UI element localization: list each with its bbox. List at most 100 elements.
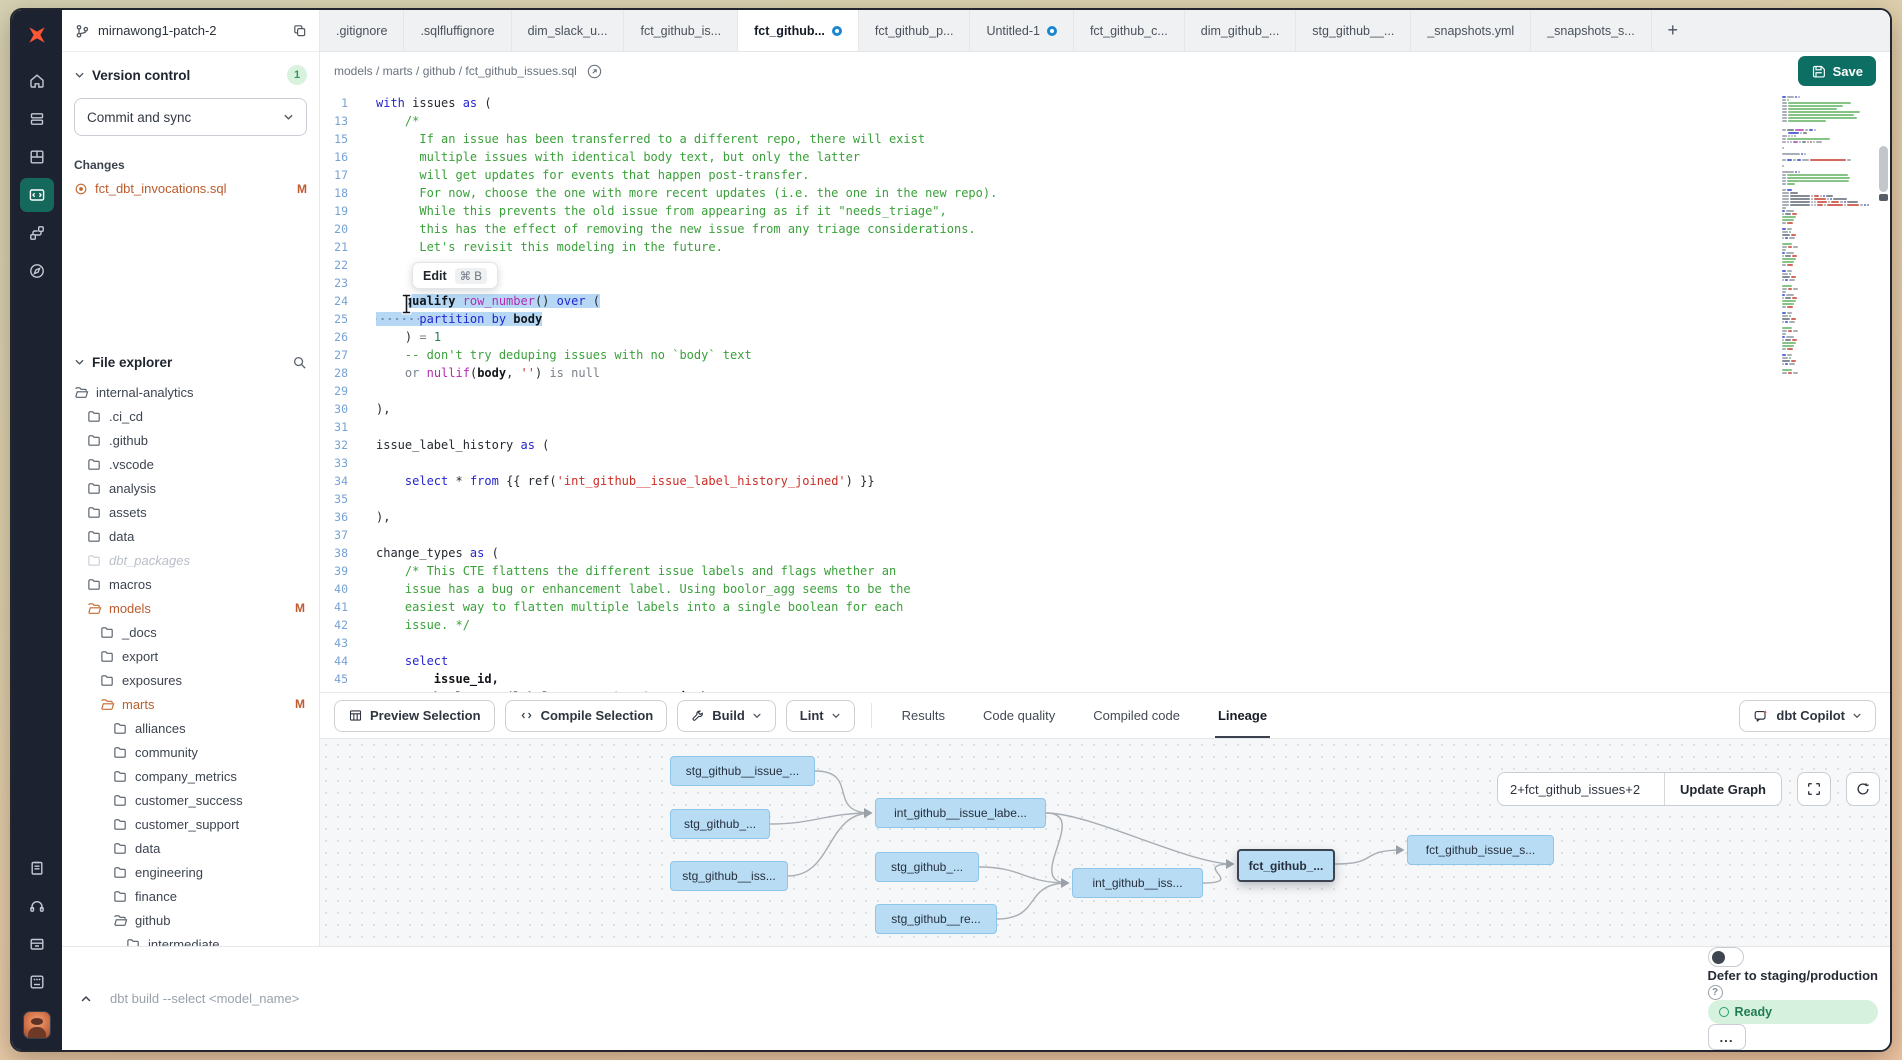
command-input[interactable] [108,990,1698,1007]
editor-scrollbar[interactable] [1878,90,1888,692]
tree-item-marts[interactable]: martsM [62,692,319,716]
open-in-explorer-icon[interactable] [586,63,603,80]
fullscreen-button[interactable] [1797,772,1831,806]
code-line[interactable]: 41 easiest way to flatten multiple label… [320,598,1890,616]
tree-item-data[interactable]: data [62,836,319,860]
code-line[interactable]: 17 will get updates for events that happ… [320,166,1890,184]
code-line[interactable]: 40 issue has a bug or enhancement label.… [320,580,1890,598]
code-line[interactable]: 28 or nullif(body, '') is null [320,364,1890,382]
lineage-node-stg-github-iss[interactable]: stg_github__iss... [670,861,788,891]
code-line[interactable]: 15 If an issue has been transferred to a… [320,130,1890,148]
compile-selection-button[interactable]: Compile Selection [505,700,668,732]
tree-item-analysis[interactable]: analysis [62,476,319,500]
tree-item-vscode[interactable]: .vscode [62,452,319,476]
stack-icon[interactable] [20,102,54,136]
tree-item-intermediate[interactable]: intermediate [62,932,319,946]
headset-icon[interactable] [20,889,54,923]
tree-item-finance[interactable]: finance [62,884,319,908]
help-icon[interactable]: ? [1708,985,1723,1000]
tab-fct-github[interactable]: fct_github... [738,10,859,51]
code-line[interactable]: 32issue_label_history as ( [320,436,1890,454]
tree-item-docs[interactable]: _docs [62,620,319,644]
defer-toggle[interactable] [1708,947,1744,967]
code-line[interactable]: 13 /* [320,112,1890,130]
tree-item-ci-cd[interactable]: .ci_cd [62,404,319,428]
code-line[interactable]: 46 boolor_agg(label_name = 'bug') as is_… [320,688,1890,692]
tab-snapshots-yml[interactable]: _snapshots.yml [1411,10,1531,51]
lineage-node-fct-github-issue-s[interactable]: fct_github_issue_s... [1407,835,1554,865]
code-line[interactable]: 26 ) = 1 [320,328,1890,346]
tab-fct-github-p[interactable]: fct_github_p... [859,10,971,51]
compass-icon[interactable] [20,254,54,288]
lineage-node-stg-github-re[interactable]: stg_github__re... [875,904,997,934]
lineage-node-stg-github[interactable]: stg_github_... [670,809,770,839]
code-line[interactable]: 23 [320,274,1890,292]
tab-fct-github-c[interactable]: fct_github_c... [1074,10,1185,51]
tree-item-customer-success[interactable]: customer_success [62,788,319,812]
code-line[interactable]: 21 Let's revisit this modeling in the fu… [320,238,1890,256]
tab-stg-github[interactable]: stg_github__... [1296,10,1411,51]
code-editor-icon[interactable] [20,178,54,212]
refresh-button[interactable] [1846,772,1880,806]
code-line[interactable]: 24 qualify row_number() over ( [320,292,1890,310]
code-line[interactable]: 37 [320,526,1890,544]
tree-item-internal-analytics[interactable]: internal-analytics [62,380,319,404]
code-line[interactable]: 1with issues as ( [320,94,1890,112]
commit-and-sync-button[interactable]: Commit and sync [74,98,307,136]
tab-compiled-code[interactable]: Compiled code [1090,693,1183,738]
minimap[interactable] [1782,96,1874,375]
dbt-copilot-button[interactable]: dbt Copilot [1739,700,1876,732]
code-line[interactable]: 36), [320,508,1890,526]
tab-code-quality[interactable]: Code quality [980,693,1058,738]
code-line[interactable]: 19 While this prevents the old issue fro… [320,202,1890,220]
tab-sqlfluffignore[interactable]: .sqlfluffignore [404,10,511,51]
update-graph-button[interactable]: Update Graph [1665,773,1781,805]
changed-file-row[interactable]: fct_dbt_invocations.sql M [62,177,319,200]
tab-snapshots-s[interactable]: _snapshots_s... [1531,10,1652,51]
lineage-selector-input[interactable] [1498,773,1664,805]
code-line[interactable]: 31 [320,418,1890,436]
code-line[interactable]: 43 [320,634,1890,652]
tree-item-data[interactable]: data [62,524,319,548]
flow-icon[interactable] [20,216,54,250]
home-icon[interactable] [20,64,54,98]
save-button[interactable]: Save [1798,56,1876,86]
code-line[interactable]: 18 For now, choose the one with more rec… [320,184,1890,202]
code-line[interactable]: 30), [320,400,1890,418]
preview-selection-button[interactable]: Preview Selection [334,700,495,732]
tree-item-dbt-packages[interactable]: dbt_packages [62,548,319,572]
lineage-panel[interactable]: stg_github__issue_... stg_github_... stg_g… [320,738,1890,946]
code-line[interactable]: 42 issue. */ [320,616,1890,634]
code-line[interactable]: 38change_types as ( [320,544,1890,562]
grid-icon[interactable] [20,140,54,174]
tab-gitignore[interactable]: .gitignore [320,10,404,51]
tab-fct-github-is[interactable]: fct_github_is... [624,10,738,51]
copy-icon[interactable] [292,23,307,38]
user-avatar[interactable] [23,1011,51,1039]
lineage-node-int-github-iss[interactable]: int_github__iss... [1072,868,1203,898]
version-control-header[interactable]: Version control 1 [62,52,319,95]
lineage-node-int-github-issue-labe[interactable]: int_github__issue_labe... [875,798,1046,828]
code-line[interactable]: 35 [320,490,1890,508]
scrollbar-thumb[interactable] [1879,146,1888,192]
more-options-button[interactable]: ... [1708,1024,1746,1050]
dbt-logo-icon[interactable] [12,10,62,60]
lineage-node-stg-github-issue[interactable]: stg_github__issue_... [670,756,815,786]
code-line[interactable]: 33 [320,454,1890,472]
chevron-up-icon[interactable] [74,993,98,1005]
tree-item-export[interactable]: export [62,644,319,668]
tab-untitled-1[interactable]: Untitled-1 [970,10,1074,51]
edit-tooltip[interactable]: Edit ⌘ B [412,262,498,289]
tab-lineage[interactable]: Lineage [1215,693,1270,738]
code-line[interactable]: 44 select [320,652,1890,670]
keypad-icon[interactable] [20,965,54,999]
build-button[interactable]: Build [677,700,776,732]
code-editor[interactable]: 1with issues as (13 /*15 If an issue has… [320,90,1890,692]
clipboard-icon[interactable] [20,851,54,885]
tree-item-assets[interactable]: assets [62,500,319,524]
code-line[interactable]: 22 [320,256,1890,274]
tab-dim-github[interactable]: dim_github_... [1185,10,1297,51]
tree-item-alliances[interactable]: alliances [62,716,319,740]
branch-row[interactable]: mirnawong1-patch-2 [62,10,319,52]
tree-item-github[interactable]: .github [62,428,319,452]
